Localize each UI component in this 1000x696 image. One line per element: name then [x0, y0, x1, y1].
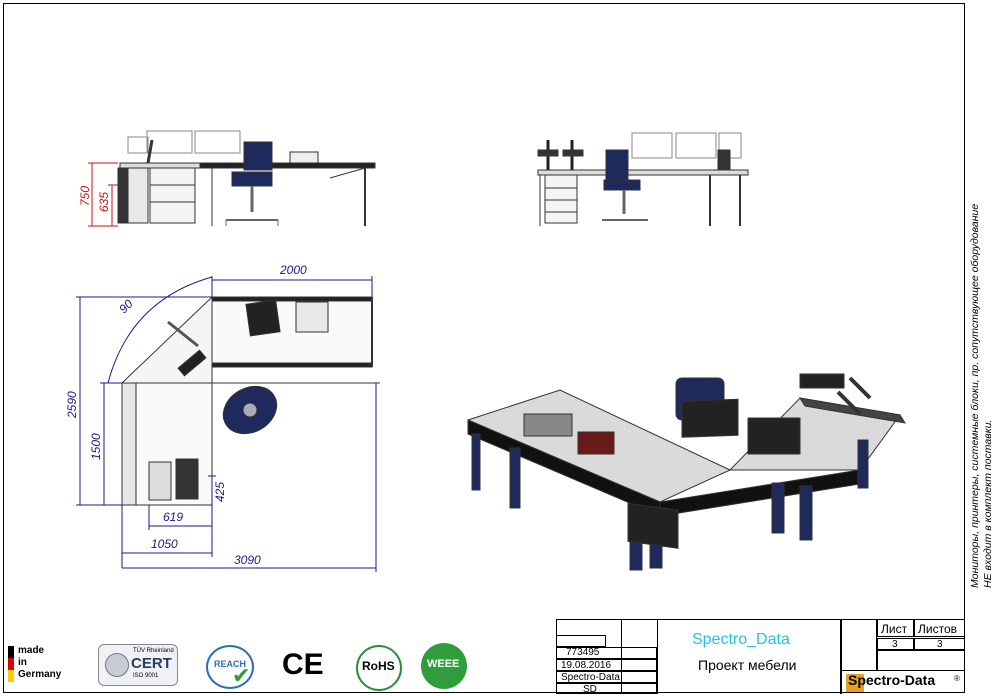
- made-line-3: Germany: [18, 669, 62, 680]
- brand-block: Spectro-Data ®: [841, 671, 965, 694]
- rohs-label: RoHS: [362, 659, 395, 673]
- dim-1050: 1050: [151, 537, 178, 551]
- order-number: 773495: [566, 647, 600, 658]
- drawing-canvas: 750 635 2000 90 2590 1500 425 619 1050 3…: [65, 130, 907, 572]
- side-elevation: [537, 132, 749, 226]
- cert-main: CERT: [131, 655, 172, 672]
- check-icon: ✔: [232, 663, 251, 688]
- dim-3090: 3090: [234, 553, 261, 567]
- brand-registered: ®: [954, 674, 960, 683]
- made-line-2: in: [18, 657, 27, 668]
- sheets-label: Листов: [918, 622, 957, 636]
- dim-2000: 2000: [279, 263, 307, 277]
- weee-badge: WEEE: [421, 643, 467, 689]
- dim-2590: 2590: [65, 391, 79, 419]
- ce-mark: CE: [282, 648, 324, 681]
- reach-badge: REACH ✔: [206, 645, 254, 689]
- dim-635: 635: [97, 192, 111, 212]
- sheets-number: 3: [914, 638, 965, 650]
- dim-619: 619: [163, 510, 183, 524]
- project-title: Проект мебели: [698, 657, 797, 673]
- title-block: 773495 19.08.2016 Spectro-Data SD Spectr…: [556, 619, 965, 695]
- note-line-2: НЕ входит в комплект поставки.: [982, 419, 994, 588]
- germany-flag: [8, 646, 14, 682]
- weee-label: WEEE: [427, 658, 460, 670]
- client-name: Spectro_Data: [692, 631, 790, 648]
- tuv-cert-badge: TÜV Rheinland CERT ISO 9001: [98, 644, 178, 686]
- front-elevation: [117, 130, 376, 226]
- sheet-number: 3: [877, 638, 914, 650]
- dim-1500: 1500: [89, 433, 103, 460]
- equipment-note: Мониторы, принтеры, системные блоки, пр.…: [966, 203, 996, 590]
- plan-view: [107, 276, 373, 506]
- rohs-badge: RoHS: [356, 645, 402, 691]
- dim-90: 90: [116, 297, 136, 317]
- made-in-germany: made in Germany: [18, 645, 61, 681]
- cert-top: TÜV Rheinland: [133, 648, 174, 654]
- cert-sub: ISO 9001: [133, 673, 159, 679]
- sheet-label: Лист: [881, 622, 908, 636]
- note-line-1: Мониторы, принтеры, системные блоки, пр.…: [969, 203, 981, 588]
- dim-425: 425: [213, 482, 227, 502]
- dim-750: 750: [78, 186, 92, 206]
- made-line-1: made: [18, 645, 45, 656]
- isometric-view: [466, 373, 907, 571]
- brand-name: Spectro-Data: [848, 672, 936, 688]
